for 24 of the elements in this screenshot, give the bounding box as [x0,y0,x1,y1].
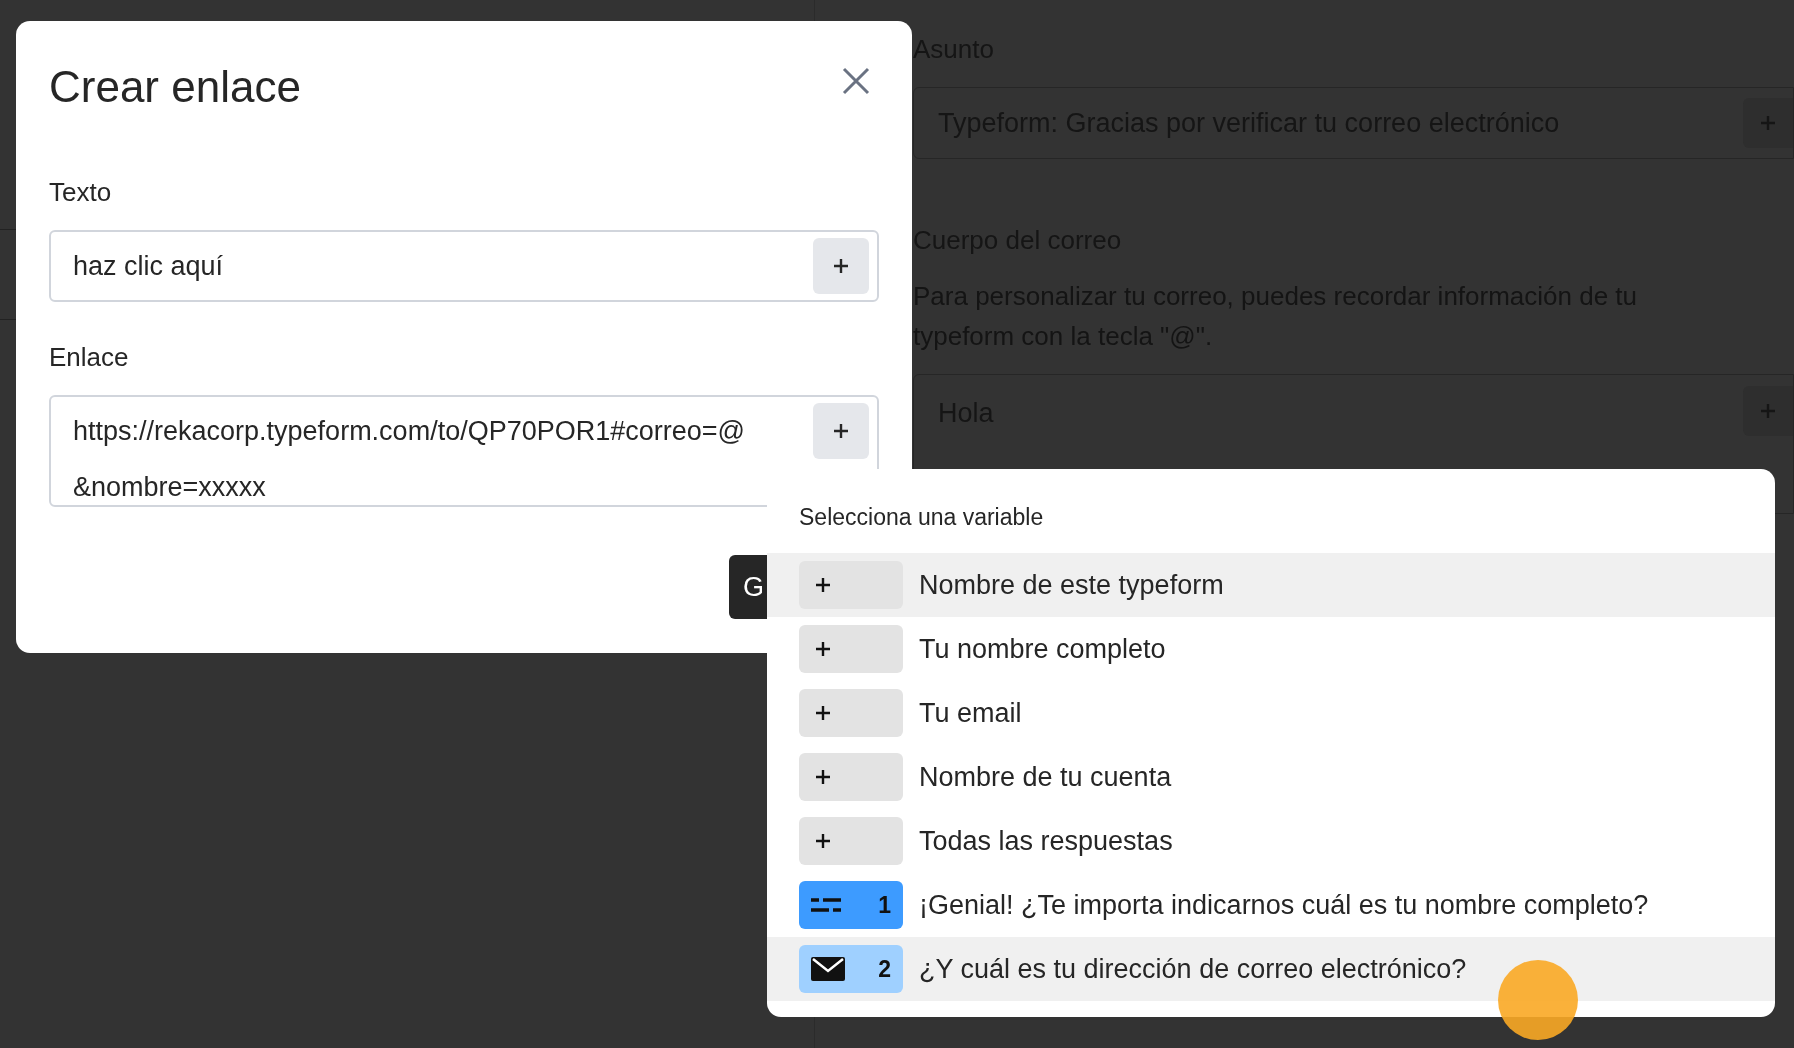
plus-icon [831,421,851,441]
plus-icon [1758,113,1778,133]
input-field[interactable]: https://rekacorp.typeform.com/to/QP70POR1#correo=@ &nombre=xxxxx [49,395,879,507]
menu-item[interactable]: 2 ¿Y cuál es tu dirección de correo electrónico? [767,937,1775,1001]
field-label: Texto [49,176,113,209]
insert-variable-button[interactable] [1743,98,1793,148]
question-number: 2 [878,954,891,984]
field-label: Enlace [49,341,130,374]
menu-item[interactable]: Nombre de este typeform [767,553,1775,617]
dialog-title: Crear enlace [49,61,301,113]
plus-icon [813,575,833,595]
plus-icon [831,256,851,276]
plus-icon [813,703,833,723]
input-field[interactable]: haz clic aquí [49,230,879,302]
plus-icon [1758,401,1778,421]
envelope-icon [811,957,845,981]
plus-icon [813,831,833,851]
insert-variable-button[interactable] [813,238,869,294]
plus-icon [813,767,833,787]
short-text-icon [811,898,841,912]
insert-variable-button[interactable] [813,403,869,459]
insert-variable-button[interactable] [1743,386,1793,436]
question-number: 1 [878,890,891,920]
plus-icon [813,639,833,659]
